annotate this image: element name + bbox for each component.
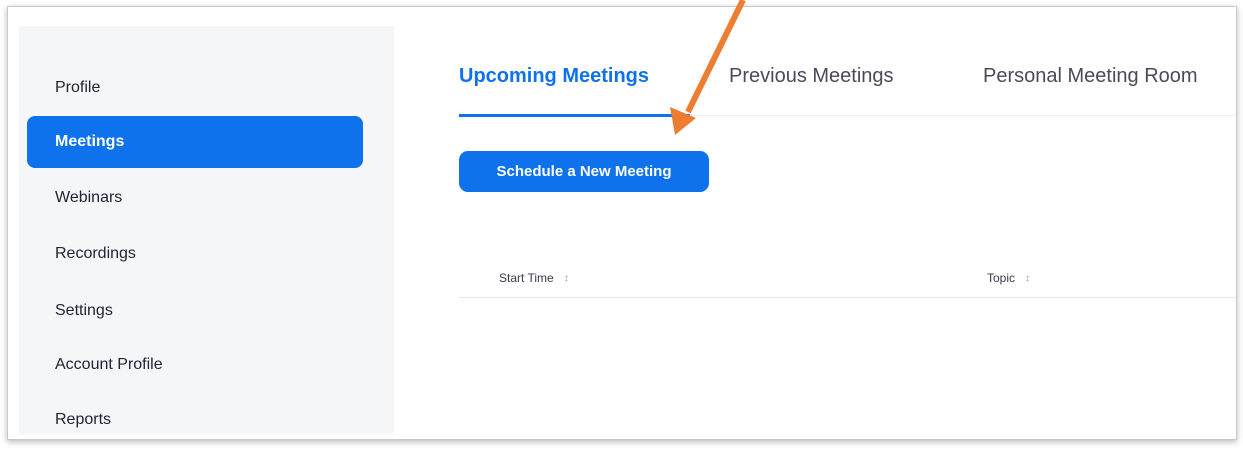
sidebar-item-label: Recordings <box>55 245 136 262</box>
sort-icon: ↕ <box>563 273 569 284</box>
column-header-label: Start Time <box>499 271 554 285</box>
sidebar-item-label: Reports <box>55 411 112 428</box>
sidebar-item-label: Account Profile <box>55 356 163 373</box>
sidebar-item-meetings[interactable]: Meetings <box>27 116 363 168</box>
sidebar-item-label: Webinars <box>55 189 123 206</box>
sidebar-item-label: Profile <box>55 79 101 96</box>
sidebar-item-label: Meetings <box>55 133 125 150</box>
tab-upcoming-meetings[interactable]: Upcoming Meetings <box>459 65 649 88</box>
tab-previous-meetings[interactable]: Previous Meetings <box>729 65 894 88</box>
active-tab-indicator <box>459 114 690 117</box>
sort-icon: ↕ <box>1025 273 1031 284</box>
sidebar-item-webinars[interactable]: Webinars <box>27 172 363 224</box>
sidebar-item-reports[interactable]: Reports <box>27 394 363 439</box>
column-header-start-time[interactable]: Start Time ↕ <box>499 271 569 285</box>
sidebar-item-settings[interactable]: Settings <box>27 285 363 337</box>
schedule-new-meeting-button[interactable]: Schedule a New Meeting <box>459 151 709 192</box>
meetings-page: Profile Meetings Webinars Recordings Set… <box>7 6 1237 440</box>
sidebar-item-recordings[interactable]: Recordings <box>27 228 363 280</box>
sidebar-item-profile[interactable]: Profile <box>27 62 363 114</box>
sidebar-item-account-profile[interactable]: Account Profile <box>27 339 363 391</box>
sidebar: Profile Meetings Webinars Recordings Set… <box>19 26 394 434</box>
sidebar-item-label: Settings <box>55 302 113 319</box>
column-header-label: Topic <box>987 271 1016 285</box>
tab-personal-meeting-room[interactable]: Personal Meeting Room <box>983 65 1198 88</box>
table-header-divider <box>459 297 1236 298</box>
column-header-topic[interactable]: Topic ↕ <box>987 271 1030 285</box>
